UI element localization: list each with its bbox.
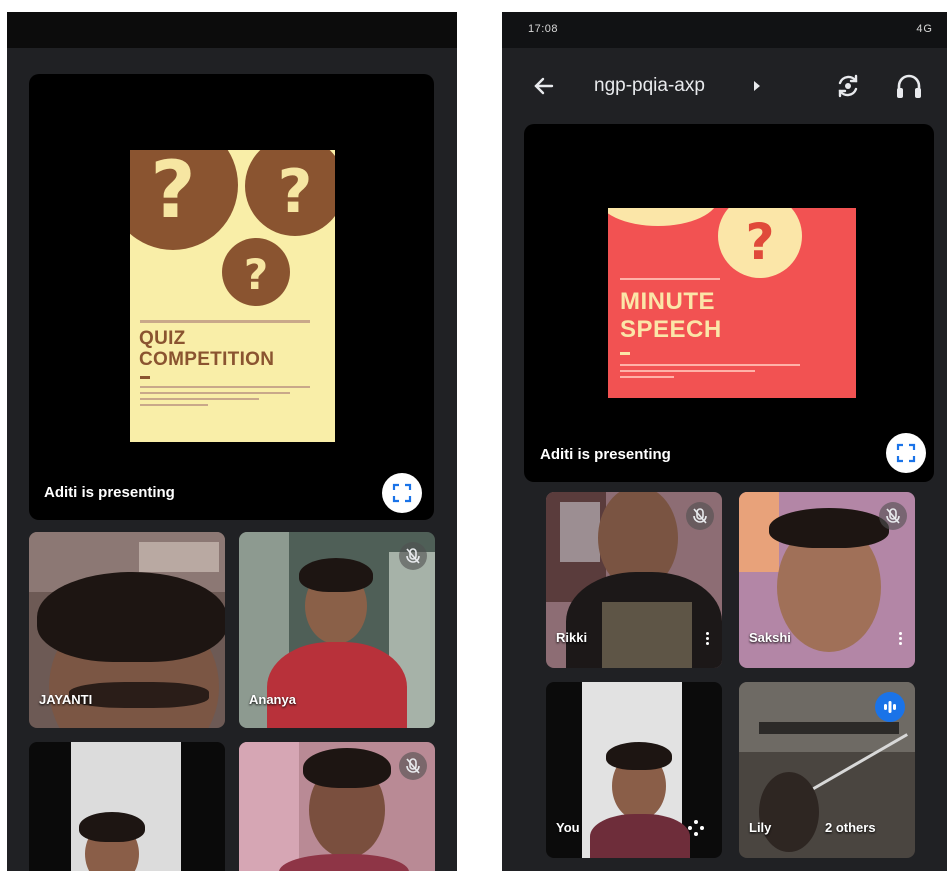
top-bar	[7, 12, 457, 48]
slide-heading: QUIZ COMPETITION	[139, 328, 274, 370]
participant-tile[interactable]: Rikki	[546, 492, 722, 668]
mic-off-icon	[879, 502, 907, 530]
meeting-app-bar: ngp-pqia-axp	[502, 48, 947, 124]
back-button[interactable]	[530, 72, 558, 100]
question-mark-icon: ?	[718, 208, 802, 278]
participant-tile[interactable]	[239, 742, 435, 871]
slide-accent-bar	[620, 352, 630, 355]
audio-level-icon	[686, 818, 706, 838]
mic-off-icon	[399, 542, 427, 570]
participant-video	[759, 772, 819, 852]
presentation-stage[interactable]: ? ? ? QUIZ COMPETITION Aditi is presenti…	[29, 74, 434, 520]
status-time: 17:08	[528, 23, 559, 35]
participant-tile[interactable]	[29, 742, 225, 871]
right-phone-screen: 17:08 4G ngp-pqia-axp ? MINUTE SPEECH Ad…	[502, 12, 947, 871]
fullscreen-button[interactable]	[886, 433, 926, 473]
question-mark-icon: ?	[130, 150, 238, 250]
headphones-icon	[897, 74, 921, 98]
more-vert-icon[interactable]	[899, 632, 903, 646]
self-view-tile[interactable]: You	[546, 682, 722, 858]
arrow-left-icon	[534, 77, 554, 95]
slide-body-text	[140, 386, 310, 410]
participant-tile[interactable]: JAYANTI	[29, 532, 225, 728]
status-signal: 4G	[916, 23, 933, 35]
audio-output-button[interactable]	[894, 70, 924, 102]
status-bar: 17:08 4G	[502, 12, 947, 48]
switch-camera-icon	[838, 74, 858, 98]
participant-name: You	[556, 820, 580, 835]
fullscreen-icon	[896, 443, 916, 463]
slide-subtitle-line	[620, 278, 720, 280]
participant-name: Sakshi	[749, 630, 791, 645]
presentation-stage[interactable]: ? MINUTE SPEECH Aditi is presenting	[524, 124, 934, 482]
quiz-slide: ? ? ? QUIZ COMPETITION	[130, 150, 335, 442]
participant-name: Rikki	[556, 630, 588, 645]
mic-off-icon	[686, 502, 714, 530]
switch-camera-button[interactable]	[832, 70, 864, 102]
participant-tile[interactable]: Lily 2 others	[739, 682, 915, 858]
chevron-right-icon[interactable]	[754, 81, 760, 91]
participant-name: Lily	[749, 820, 772, 835]
question-mark-icon: ?	[245, 150, 335, 236]
participant-name: JAYANTI	[39, 692, 93, 707]
participant-tile[interactable]: Ananya	[239, 532, 435, 728]
left-phone-screen: ? ? ? QUIZ COMPETITION Aditi is presenti…	[7, 12, 457, 871]
meeting-code[interactable]: ngp-pqia-axp	[594, 75, 705, 97]
fullscreen-button[interactable]	[382, 473, 422, 513]
participant-tile[interactable]: Sakshi	[739, 492, 915, 668]
mic-off-icon	[399, 752, 427, 780]
question-mark-icon: ?	[222, 238, 290, 306]
slide-accent-bar	[140, 376, 150, 379]
slide-heading-line2: SPEECH	[620, 316, 722, 343]
slide-heading-line1: QUIZ	[139, 328, 186, 349]
slide-heading: MINUTE SPEECH	[620, 288, 722, 344]
slide-heading-line2: COMPETITION	[139, 349, 275, 370]
fullscreen-icon	[392, 483, 412, 503]
minute-speech-slide: ? MINUTE SPEECH	[608, 208, 856, 398]
slide-heading-line1: MINUTE	[620, 288, 715, 315]
slide-subtitle-line	[140, 320, 310, 323]
presenting-status: Aditi is presenting	[44, 484, 175, 501]
others-count: 2 others	[825, 820, 876, 835]
active-speaker-icon	[875, 692, 905, 722]
more-vert-icon[interactable]	[706, 632, 710, 646]
participant-name: Ananya	[249, 692, 296, 707]
slide-body-text	[620, 364, 800, 382]
presenting-status: Aditi is presenting	[540, 446, 671, 463]
